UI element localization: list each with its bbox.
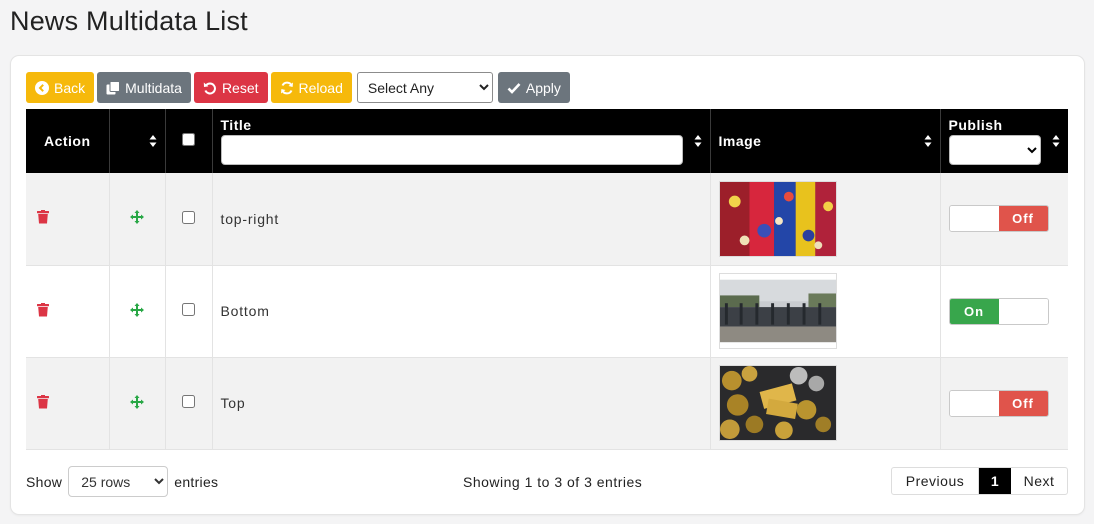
row-title-cell: Top: [212, 357, 711, 450]
row-select-cell: [165, 265, 213, 358]
toggle-state-label: Off: [998, 390, 1048, 416]
row-publish-cell: Off: [940, 173, 1068, 266]
page-title: News Multidata List: [10, 6, 248, 36]
toggle-blank: [998, 298, 1048, 324]
publish-filter-select[interactable]: [948, 135, 1041, 165]
trash-icon[interactable]: [37, 210, 49, 224]
undo-icon: [203, 82, 216, 94]
back-button[interactable]: Back: [26, 72, 95, 103]
column-header-select: [165, 109, 213, 173]
arrows-move-icon[interactable]: [130, 210, 144, 225]
check-icon: [507, 82, 521, 94]
toolbar: Back Multidata Reset Reload Select Any A…: [26, 72, 570, 103]
apply-button[interactable]: Apply: [497, 72, 570, 103]
toggle-state-label: Off: [998, 206, 1048, 232]
reset-button[interactable]: Reset: [193, 72, 268, 103]
row-select-cell: [165, 173, 213, 266]
row-move-cell: [109, 173, 166, 266]
police-line-photo: [718, 273, 837, 349]
show-label: Show: [26, 473, 63, 490]
column-header-publish[interactable]: Publish: [940, 109, 1068, 173]
data-table: Action Title Image Publish top-right Off…: [26, 109, 1068, 450]
select-all-checkbox[interactable]: [182, 133, 195, 146]
bulk-action-select[interactable]: Select Any: [356, 72, 493, 103]
row-checkbox[interactable]: [182, 210, 195, 224]
multidata-button[interactable]: Multidata: [97, 72, 191, 103]
arrows-move-icon[interactable]: [130, 302, 144, 317]
row-action-cell: [26, 265, 110, 358]
sort-icon[interactable]: [924, 134, 932, 148]
table-row: Top Off: [26, 357, 1068, 450]
title-header-label: Title: [220, 117, 252, 133]
sync-icon: [280, 81, 293, 94]
toggle-blank: [949, 390, 999, 416]
sort-icon[interactable]: [1052, 134, 1060, 148]
trash-icon[interactable]: [37, 302, 49, 317]
column-header-order[interactable]: [109, 109, 166, 173]
list-card: Back Multidata Reset Reload Select Any A…: [11, 56, 1084, 514]
row-image-cell: [710, 357, 941, 450]
crowd-flags-photo: [718, 180, 837, 257]
row-select-cell: [165, 357, 213, 450]
column-header-title[interactable]: Title: [212, 109, 711, 173]
entries-label: entries: [174, 473, 219, 490]
reload-label: Reload: [298, 79, 343, 96]
reset-label: Reset: [221, 79, 259, 96]
circle-chevron-left-icon: [35, 80, 49, 95]
back-label: Back: [54, 79, 86, 96]
trash-icon[interactable]: [37, 394, 49, 409]
page-button-current[interactable]: 1: [979, 468, 1011, 494]
apply-label: Apply: [525, 79, 561, 96]
gold-coins-photo: [718, 365, 837, 441]
sort-icon[interactable]: [149, 134, 157, 148]
rows-per-page-select[interactable]: 25 rows: [68, 466, 169, 497]
row-move-cell: [109, 357, 166, 450]
row-checkbox[interactable]: [182, 303, 195, 316]
next-page-button[interactable]: Next: [1011, 468, 1067, 494]
table-header-row: Action Title Image Publish: [26, 109, 1068, 173]
title-filter-input[interactable]: [220, 135, 683, 165]
row-publish-cell: Off: [940, 357, 1068, 450]
arrows-move-icon[interactable]: [130, 394, 144, 409]
reload-button[interactable]: Reload: [270, 72, 352, 103]
action-header-label: Action: [43, 133, 91, 149]
sort-icon[interactable]: [694, 134, 702, 148]
row-publish-cell: On: [940, 265, 1068, 358]
publish-header-label: Publish: [948, 117, 1003, 133]
column-header-action: Action: [26, 109, 110, 173]
previous-page-button[interactable]: Previous: [892, 468, 979, 494]
toggle-blank: [949, 206, 999, 232]
multidata-label: Multidata: [125, 79, 182, 96]
table-row: Bottom On: [26, 265, 1068, 358]
row-move-cell: [109, 265, 166, 358]
pagination: Previous 1 Next: [891, 467, 1068, 495]
row-title-cell: Bottom: [212, 265, 711, 358]
row-image-cell: [710, 265, 941, 358]
table-info: Showing 1 to 3 of 3 entries: [463, 474, 643, 490]
row-checkbox[interactable]: [182, 395, 195, 408]
row-action-cell: [26, 357, 110, 450]
row-action-cell: [26, 173, 110, 266]
row-title-cell: top-right: [212, 173, 711, 266]
publish-toggle[interactable]: Off: [948, 205, 1049, 233]
publish-toggle[interactable]: On: [948, 297, 1049, 325]
row-image-cell: [710, 173, 941, 266]
publish-toggle[interactable]: Off: [948, 389, 1049, 417]
toggle-state-label: On: [949, 298, 999, 324]
table-row: top-right Off: [26, 173, 1068, 266]
column-header-image[interactable]: Image: [710, 109, 941, 173]
image-header-label: Image: [718, 133, 762, 149]
page-length-control: Show 25 rows entries: [26, 466, 218, 497]
copy-icon: [106, 80, 121, 94]
